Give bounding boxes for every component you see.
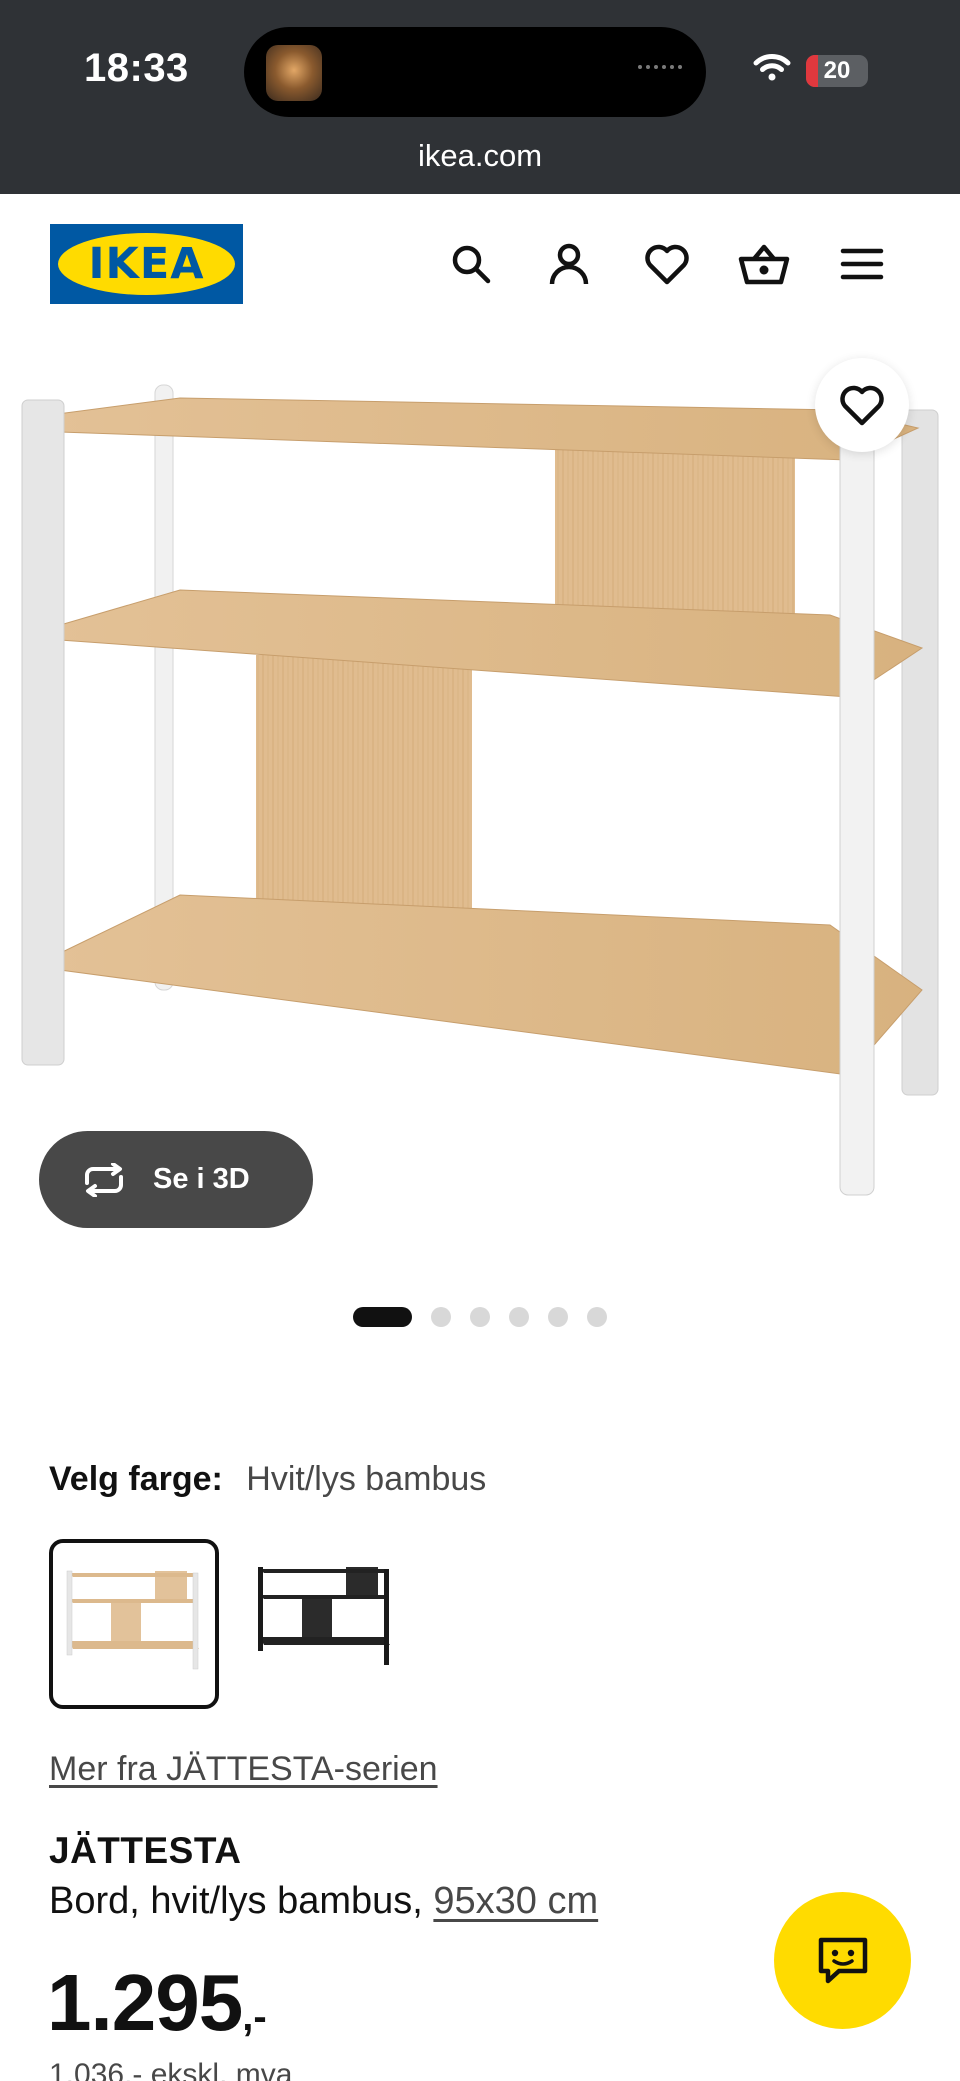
- product-price: 1.295,-: [47, 1957, 267, 2049]
- image-pagination[interactable]: [353, 1307, 607, 1327]
- account-icon: [549, 243, 589, 285]
- white-bamboo-thumbnail: [66, 1570, 199, 1670]
- account-button[interactable]: [543, 238, 595, 290]
- color-label: Velg farge:: [49, 1460, 223, 1498]
- wifi-icon: [753, 54, 791, 81]
- price-suffix: ,-: [242, 1995, 267, 2039]
- menu-icon: [840, 248, 884, 280]
- save-to-favourites-button[interactable]: [815, 358, 909, 452]
- pagination-dot[interactable]: [470, 1307, 490, 1327]
- basket-icon: [738, 244, 790, 285]
- product-image[interactable]: [0, 360, 960, 1220]
- basket-button[interactable]: [738, 238, 790, 290]
- pagination-dot[interactable]: [353, 1307, 412, 1327]
- favourites-button[interactable]: [641, 238, 693, 290]
- series-link[interactable]: Mer fra JÄTTESTA-serien: [49, 1750, 438, 1789]
- pagination-dot[interactable]: [548, 1307, 568, 1327]
- product-dimensions-link[interactable]: 95x30 cm: [433, 1880, 598, 1922]
- pagination-dot[interactable]: [509, 1307, 529, 1327]
- color-selector-heading: Velg farge: Hvit/lys bambus: [49, 1460, 486, 1499]
- heart-icon: [645, 244, 689, 285]
- view-in-3d-button[interactable]: Se i 3D: [39, 1131, 313, 1228]
- battery-level: 20: [823, 57, 851, 84]
- waveform-indicator: [638, 65, 682, 69]
- product-type: Bord, hvit/lys bambus,: [49, 1880, 434, 1922]
- heart-icon: [840, 385, 884, 426]
- menu-button[interactable]: [836, 238, 888, 290]
- product-description: Bord, hvit/lys bambus, 95x30 cm: [49, 1880, 598, 1923]
- status-time: 18:33: [84, 46, 189, 90]
- black-thumbnail: [258, 1567, 390, 1665]
- search-icon: [452, 245, 491, 284]
- ikea-logo[interactable]: IKEA: [50, 224, 243, 304]
- chat-button[interactable]: [774, 1892, 911, 2029]
- address-bar[interactable]: ikea.com: [0, 138, 960, 174]
- pagination-dot[interactable]: [431, 1307, 451, 1327]
- price-main: 1.295: [47, 1958, 243, 2047]
- rotate-3d-icon: [85, 1162, 123, 1197]
- logo-text: IKEA: [88, 239, 205, 289]
- browser-top-bar: 18:33 20 ikea.com: [0, 0, 960, 194]
- search-button[interactable]: [445, 238, 497, 290]
- view-in-3d-label: Se i 3D: [153, 1163, 250, 1195]
- chat-icon: [818, 1937, 867, 1983]
- price-excl-vat: 1.036,- ekskl. mva: [49, 2058, 293, 2081]
- now-playing-thumbnail: [266, 45, 322, 101]
- color-option-white-bamboo[interactable]: [49, 1539, 219, 1709]
- product-name: JÄTTESTA: [49, 1830, 242, 1871]
- color-option-black[interactable]: [244, 1539, 414, 1709]
- dynamic-island: [244, 27, 706, 117]
- color-value: Hvit/lys bambus: [246, 1460, 487, 1498]
- pagination-dot[interactable]: [587, 1307, 607, 1327]
- battery-icon: 20: [806, 55, 868, 87]
